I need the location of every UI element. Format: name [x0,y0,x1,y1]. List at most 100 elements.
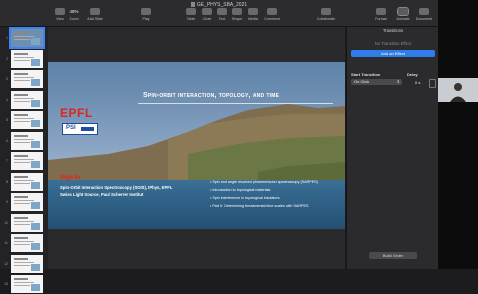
slide-thumbnail[interactable] [11,172,43,191]
delay-value[interactable]: 0 s [415,80,420,85]
thumbnail-content [31,202,40,209]
delay-label: Delay [407,72,418,77]
slide-thumbnail[interactable] [11,90,43,109]
comment-button[interactable]: Comment [261,8,283,21]
slide-number: 12 [4,261,8,266]
slide-thumbnail[interactable] [11,234,43,252]
slide-thumbnail[interactable] [11,131,43,150]
slide-number: 9 [6,200,8,204]
institution-line-2: Swiss Light Source, Paul Scherrer Instit… [60,192,144,197]
thumbnail-content [14,241,34,242]
participant-avatar [438,78,478,102]
start-transition-label: Start Transition [351,72,381,77]
thumbnail-content [14,93,28,96]
slide-thumbnail-row[interactable]: 5 [2,111,46,130]
slide-thumbnail-row[interactable]: 8 [2,172,46,192]
thumbnail-content [14,261,34,263]
slide-thumbnail[interactable] [11,213,43,232]
thumbnail-content [14,223,30,225]
thumbnail-content [31,140,40,148]
bullet-4: • Part II: Determining fundamental time … [210,204,309,208]
slide-thumbnail-row[interactable]: 4 [2,90,46,110]
thumbnail-content [14,159,34,160]
slide-navigator[interactable]: 1 2 3 4 5 6 7 8 9 10 11 12 13 [0,27,48,293]
psi-logo: PSI [62,123,98,135]
thumbnail-content [14,237,28,239]
slide-thumbnail[interactable] [11,152,43,170]
slide-thumbnail[interactable] [9,27,45,49]
format-button[interactable]: Format [370,8,392,21]
slide-thumbnail-row[interactable]: 3 [2,70,46,89]
slide-thumbnail-row[interactable]: 7 [2,152,46,171]
thumbnail-content [14,32,28,34]
slide-number: 11 [4,241,8,245]
plus-icon [90,8,100,15]
slide-thumbnail-row[interactable]: 1 [2,27,46,49]
slide-thumbnail[interactable] [11,111,43,129]
collaborate-icon [321,8,331,15]
thumbnail-content [14,100,30,102]
comment-icon [267,8,277,15]
psi-logo-mark [81,127,94,131]
slide-number: 8 [6,179,8,184]
no-transition-label: No Transition Effect [374,41,412,46]
slide-thumbnail-row[interactable]: 13 [2,275,46,294]
document-button[interactable]: Document [413,8,435,21]
slide-thumbnail-row[interactable]: 2 [2,49,46,69]
slide-number: 13 [4,282,8,286]
add-slide-button[interactable]: Add Slide [84,8,106,21]
thumbnail-content [14,121,30,122]
thumbnail-content [31,79,40,86]
thumbnail-content [14,114,28,116]
thumbnail-content [14,39,30,40]
slide-thumbnail[interactable] [11,254,43,273]
play-icon [141,8,151,15]
play-button[interactable]: Play [135,8,157,21]
slide-thumbnail[interactable] [11,70,43,88]
thumbnail-content [14,141,30,143]
slide-title: Spin-orbit interaction, topology, and ti… [143,92,280,99]
slide-number: 6 [6,138,8,143]
toolbar: GE_PHYS_SBA_2021 View 48% Zoom Add Slide … [0,0,438,27]
slide-thumbnail-row[interactable]: 10 [2,213,46,233]
thumbnail-content [31,243,40,250]
thumbnail-content [14,118,34,119]
participant-video[interactable] [438,78,478,102]
start-transition-select[interactable]: On Click ⇕ [351,79,402,85]
slide-thumbnail-row[interactable]: 9 [2,193,46,212]
institution-line-1: Spin-Orbit Interaction Spectroscopy (SOI… [60,185,173,190]
chevron-updown-icon: ⇕ [396,79,400,84]
build-order-button[interactable]: Build Order [369,252,417,259]
slide-thumbnail[interactable] [11,275,43,293]
animate-icon [397,7,409,16]
epfl-logo: EPFL [60,106,93,120]
thumbnail-content [14,162,30,163]
collaborate-button[interactable]: Collaborate [315,8,337,21]
delay-stepper[interactable] [429,79,436,88]
thumbnail-content [31,120,40,127]
slide-thumbnail[interactable] [11,193,43,211]
thumbnail-content [31,263,40,271]
thumbnail-content [14,56,34,58]
slide-thumbnail[interactable] [11,49,43,68]
thumbnail-content [31,161,40,168]
thumbnail-content [14,155,28,157]
thumbnail-content [14,97,34,99]
zoom-button[interactable]: 48% Zoom [63,8,85,21]
thumbnail-content [31,38,40,45]
thumbnail-content [14,264,30,266]
thumbnail-content [31,284,40,291]
thumbnail-content [31,99,40,107]
slide-thumbnail-row[interactable]: 11 [2,234,46,253]
thumbnail-content [14,282,34,283]
add-effect-button[interactable]: Add an Effect [351,50,435,57]
thumbnail-content [14,73,28,75]
thumbnail-content [14,216,28,219]
slide[interactable]: Spin-orbit interaction, topology, and ti… [48,62,345,229]
bullet-2: • Introduction to topological materials [210,188,271,192]
slide-thumbnail-row[interactable]: 6 [2,131,46,151]
tab-transitions[interactable]: Transitions [347,27,439,35]
slide-thumbnail-row[interactable]: 12 [2,254,46,274]
animate-button[interactable]: Animate [392,7,414,21]
thumbnail-content [14,203,30,204]
